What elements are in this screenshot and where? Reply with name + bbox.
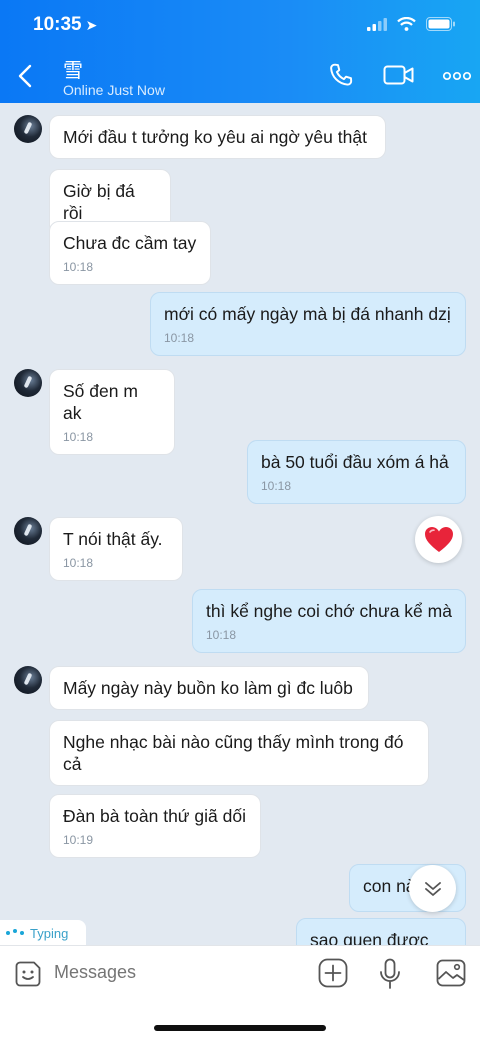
message-text: thì kể nghe coi chớ chưa kể mà <box>206 601 452 621</box>
message-bubble-outgoing[interactable]: sao quen được nó <box>296 918 466 945</box>
message-text: bà 50 tuổi đầu xóm á hả <box>261 452 449 472</box>
phone-icon[interactable] <box>328 62 354 88</box>
message-text: con nà <box>363 876 416 896</box>
message-text: mới có mấy ngày mà bị đá nhanh dzị <box>164 304 451 324</box>
message-time: 10:18 <box>63 260 94 274</box>
contact-avatar[interactable] <box>14 115 42 143</box>
contact-name[interactable]: 雪 <box>63 54 83 83</box>
message-text: Chưa đc cầm tay <box>63 233 197 253</box>
message-bubble-outgoing[interactable]: bà 50 tuổi đầu xóm á hả 10:18 <box>247 440 466 504</box>
message-text: Mới đầu t tưởng ko yêu ai ngờ yêu thật <box>63 127 367 147</box>
add-attachment-icon[interactable] <box>318 958 348 988</box>
signal-icon <box>367 17 387 31</box>
message-bubble-incoming[interactable]: Đàn bà toàn thứ giã dối 10:19 <box>49 794 261 858</box>
message-text: T nói thật ấy. <box>63 529 163 549</box>
message-bubble-incoming[interactable]: Chưa đc cầm tay 10:18 <box>49 221 211 285</box>
contact-avatar[interactable] <box>14 517 42 545</box>
status-time-text: 10:35 <box>33 14 82 35</box>
message-bubble-incoming[interactable]: Nghe nhạc bài nào cũng thấy mình trong đ… <box>49 720 429 786</box>
status-time: 10:35 ➤ <box>33 14 97 36</box>
chat-area[interactable]: Mới đầu t tưởng ko yêu ai ngờ yêu thật G… <box>0 103 480 945</box>
contact-avatar[interactable] <box>14 666 42 694</box>
message-text: Giờ bị đá rồi <box>63 181 135 223</box>
message-bubble-outgoing[interactable]: mới có mấy ngày mà bị đá nhanh dzị 10:18 <box>150 292 466 356</box>
message-bubble-incoming[interactable]: Mấy ngày này buồn ko làm gì đc luôb <box>49 666 369 710</box>
typing-indicator: Typing <box>0 920 86 945</box>
message-time: 10:19 <box>63 833 94 847</box>
heart-reaction-button[interactable] <box>415 516 462 563</box>
message-text: sao quen được nó <box>310 930 429 945</box>
image-gallery-icon[interactable] <box>436 958 466 988</box>
typing-dots-icon <box>6 929 24 935</box>
battery-icon <box>426 17 455 31</box>
more-icon[interactable] <box>443 71 471 81</box>
emoji-sticker-icon[interactable] <box>14 960 42 988</box>
back-icon[interactable] <box>14 62 38 90</box>
microphone-icon[interactable] <box>378 958 402 990</box>
message-text: Nghe nhạc bài nào cũng thấy mình trong đ… <box>63 732 404 774</box>
double-chevron-down-icon <box>424 881 441 896</box>
message-input[interactable] <box>54 960 294 984</box>
contact-avatar[interactable] <box>14 369 42 397</box>
heart-icon <box>424 527 453 552</box>
wifi-icon <box>397 17 416 31</box>
message-time: 10:18 <box>164 331 195 345</box>
contact-status: Online Just Now <box>63 82 165 98</box>
message-time: 10:18 <box>63 556 94 570</box>
typing-label: Typing <box>30 925 69 941</box>
message-time: 10:18 <box>261 479 292 493</box>
message-time: 10:18 <box>206 628 237 642</box>
location-arrow-icon: ➤ <box>85 17 98 33</box>
status-icons <box>367 17 456 31</box>
message-text: Mấy ngày này buồn ko làm gì đc luôb <box>63 678 353 698</box>
video-icon[interactable] <box>383 62 415 88</box>
composer-bar <box>0 945 480 1039</box>
chat-header: 10:35 ➤ 雪 Online Just Now <box>0 0 480 103</box>
message-bubble-incoming[interactable]: Số đen m ak 10:18 <box>49 369 175 455</box>
scroll-to-bottom-button[interactable] <box>409 865 456 912</box>
message-bubble-incoming[interactable]: Mới đầu t tưởng ko yêu ai ngờ yêu thật <box>49 115 386 159</box>
message-text: Đàn bà toàn thứ giã dối <box>63 806 246 826</box>
message-bubble-incoming[interactable]: T nói thật ấy. 10:18 <box>49 517 183 581</box>
message-bubble-outgoing[interactable]: thì kể nghe coi chớ chưa kể mà 10:18 <box>192 589 466 653</box>
message-text: Số đen m ak <box>63 381 138 423</box>
message-time: 10:18 <box>63 430 94 444</box>
home-indicator <box>154 1025 326 1031</box>
